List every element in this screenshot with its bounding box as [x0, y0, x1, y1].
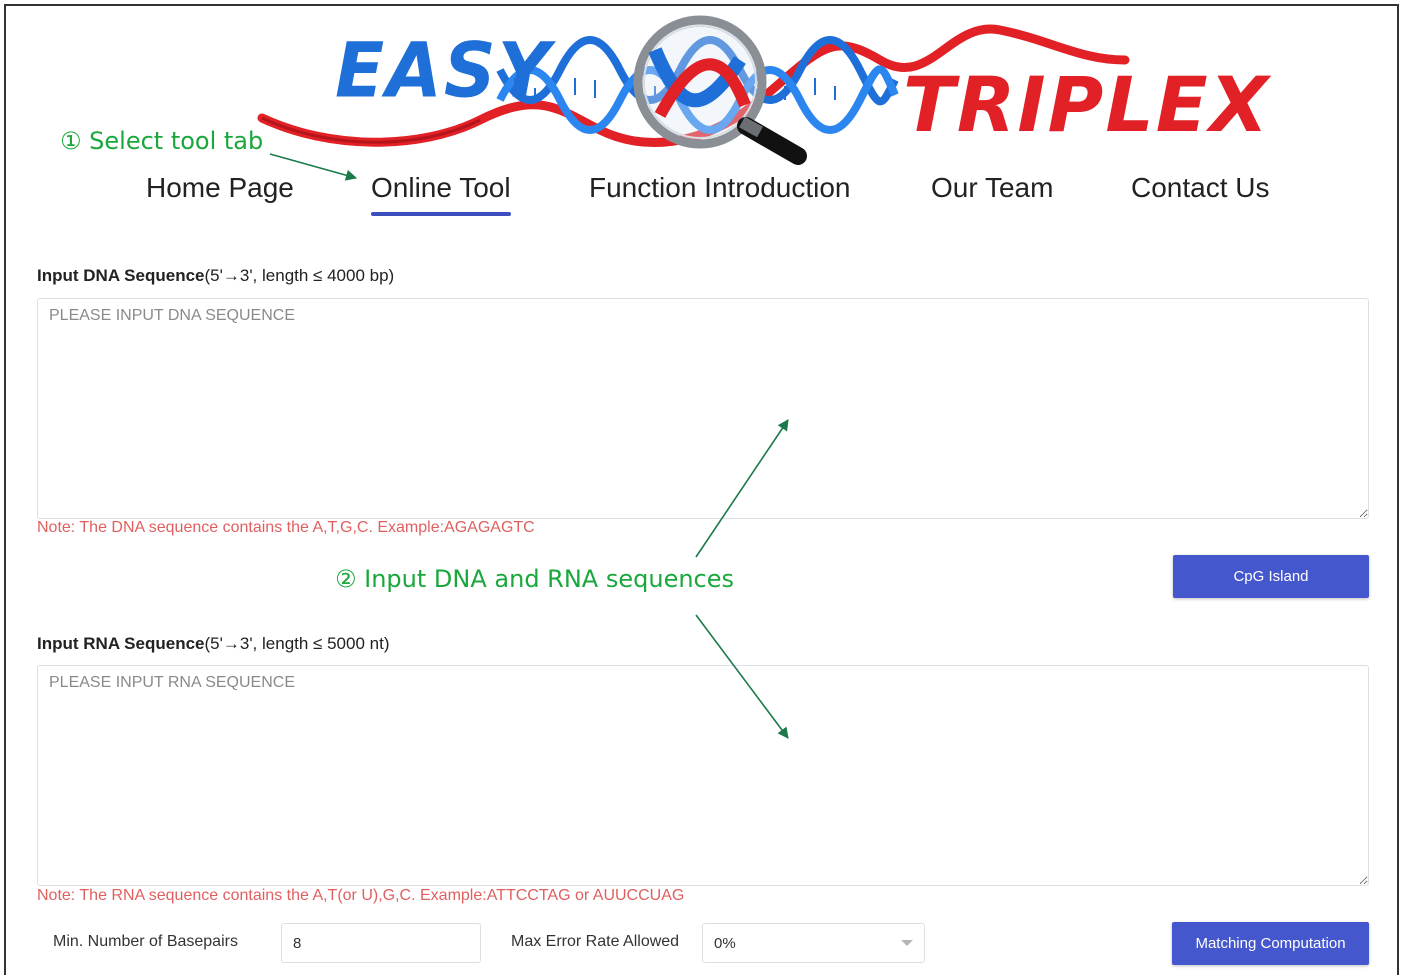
logo-easy-text: EASY: [335, 25, 552, 115]
dna-sequence-label: Input DNA Sequence(5'→3', length ≤ 4000 …: [37, 266, 394, 286]
nav-function-introduction[interactable]: Function Introduction: [589, 172, 851, 204]
nav-our-team[interactable]: Our Team: [931, 172, 1053, 204]
chevron-down-icon: [901, 940, 913, 946]
annotation-step-1: ① Select tool tab: [60, 127, 264, 155]
nav-online-tool[interactable]: Online Tool: [371, 172, 511, 216]
max-error-rate-value: 0%: [714, 934, 736, 952]
rna-label-title: Input RNA Sequence: [37, 634, 205, 653]
rna-label-constraints: (5'→3', length ≤ 5000 nt): [204, 634, 390, 653]
logo-triplex-text: TRIPLEX: [903, 60, 1271, 149]
main-nav: Home Page Online Tool Function Introduct…: [0, 172, 1403, 216]
rna-sequence-label: Input RNA Sequence(5'→3', length ≤ 5000 …: [37, 634, 389, 654]
cpg-island-button[interactable]: CpG Island: [1173, 555, 1369, 598]
dna-note: Note: The DNA sequence contains the A,T,…: [37, 519, 535, 536]
min-basepairs-label: Min. Number of Basepairs: [53, 933, 238, 950]
rna-note: Note: The RNA sequence contains the A,T(…: [37, 887, 685, 904]
max-error-rate-select[interactable]: 0%: [702, 923, 925, 963]
dna-label-title: Input DNA Sequence: [37, 266, 205, 285]
dna-label-constraints: (5'→3', length ≤ 4000 bp): [204, 266, 395, 285]
min-basepairs-input[interactable]: [281, 923, 481, 963]
dna-sequence-input[interactable]: [37, 298, 1369, 519]
matching-computation-button[interactable]: Matching Computation: [1172, 922, 1369, 965]
max-error-rate-label: Max Error Rate Allowed: [511, 933, 680, 950]
annotation-step-2: ② Input DNA and RNA sequences: [335, 565, 735, 593]
nav-home-page[interactable]: Home Page: [146, 172, 294, 204]
rna-sequence-input[interactable]: [37, 665, 1369, 886]
nav-contact-us[interactable]: Contact Us: [1131, 172, 1270, 204]
